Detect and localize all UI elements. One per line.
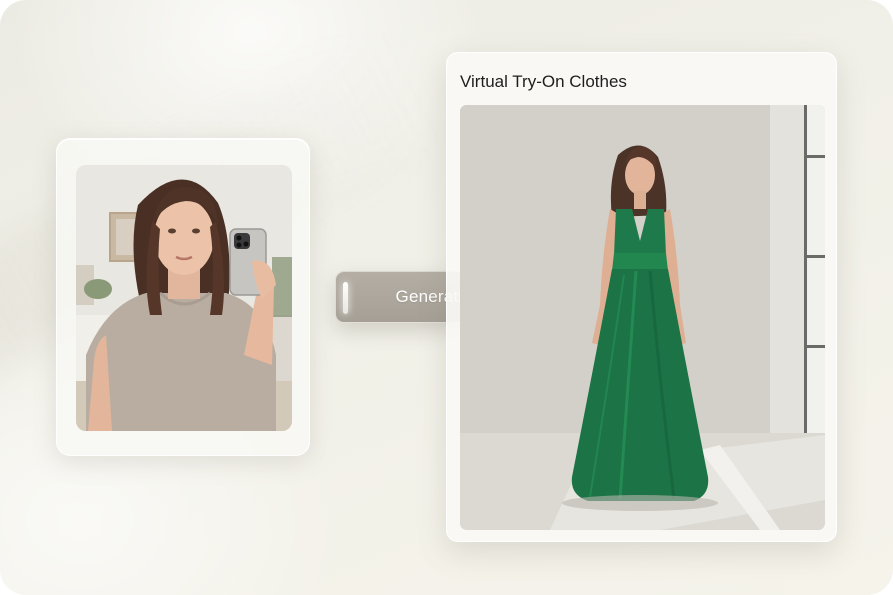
output-panel[interactable]: Virtual Try-On Clothes xyxy=(446,52,837,542)
selfie-illustration xyxy=(76,165,292,431)
input-photo-card[interactable] xyxy=(56,138,310,456)
app-canvas: Generating... Virtual Try-On Clothes xyxy=(0,0,893,595)
input-selfie-image xyxy=(76,165,292,431)
dress-illustration xyxy=(460,105,825,530)
progress-indicator xyxy=(343,282,348,314)
output-result-image[interactable] xyxy=(460,105,825,530)
output-panel-title: Virtual Try-On Clothes xyxy=(460,72,627,91)
